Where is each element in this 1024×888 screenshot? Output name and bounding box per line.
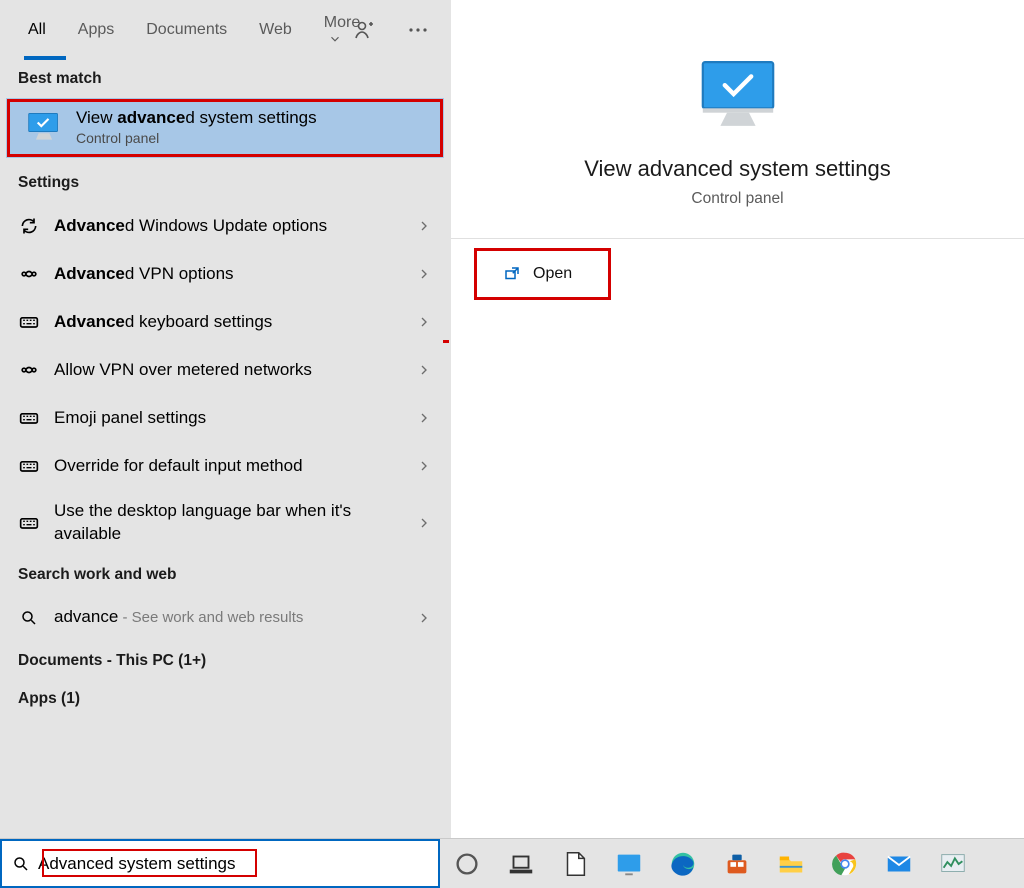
- taskbar-search[interactable]: [0, 839, 440, 888]
- chevron-right-icon: [416, 314, 432, 330]
- search-input[interactable]: [38, 854, 428, 874]
- keyboard-icon: [18, 513, 40, 533]
- tab-web[interactable]: Web: [257, 11, 294, 49]
- taskmgr-icon[interactable]: [932, 844, 974, 884]
- chevron-right-icon: [416, 610, 432, 626]
- settings-row[interactable]: Advanced keyboard settings: [0, 298, 450, 346]
- edge-icon[interactable]: [662, 844, 704, 884]
- web-search-label: advance - See work and web results: [54, 606, 402, 629]
- background-icon[interactable]: [608, 844, 650, 884]
- chevron-right-icon: [416, 266, 432, 282]
- chrome-icon[interactable]: [824, 844, 866, 884]
- settings-row[interactable]: Use the desktop language bar when it's a…: [0, 490, 450, 556]
- taskbar-tray: [440, 839, 1024, 888]
- web-search-row[interactable]: advance - See work and web results: [0, 594, 450, 642]
- vpn-icon: [18, 264, 40, 284]
- settings-row-label: Allow VPN over metered networks: [54, 359, 402, 382]
- open-external-icon: [503, 265, 521, 283]
- chevron-right-icon: [416, 362, 432, 378]
- feedback-person-icon[interactable]: [352, 18, 376, 42]
- vpn-icon: [18, 360, 40, 380]
- settings-row[interactable]: Override for default input method: [0, 442, 450, 490]
- explorer-icon[interactable]: [770, 844, 812, 884]
- store-icon[interactable]: [716, 844, 758, 884]
- taskbar: [0, 838, 1024, 888]
- settings-row-label: Emoji panel settings: [54, 407, 402, 430]
- tab-apps[interactable]: Apps: [76, 11, 116, 49]
- detail-header: View advanced system settings Control pa…: [451, 0, 1024, 239]
- settings-row-label: Advanced keyboard settings: [54, 311, 402, 334]
- chevron-right-icon: [416, 218, 432, 234]
- detail-title: View advanced system settings: [471, 156, 1004, 182]
- annotation-mark: [443, 340, 449, 343]
- chevron-right-icon: [416, 410, 432, 426]
- section-settings: Settings: [0, 164, 450, 202]
- open-button[interactable]: Open: [475, 249, 610, 299]
- settings-row[interactable]: Advanced Windows Update options: [0, 202, 450, 250]
- section-best-match: Best match: [0, 60, 450, 98]
- settings-row-label: Advanced VPN options: [54, 263, 402, 286]
- keyboard-icon: [18, 456, 40, 476]
- cortana-icon[interactable]: [446, 844, 488, 884]
- taskview-icon[interactable]: [500, 844, 542, 884]
- monitor-check-icon: [26, 111, 62, 143]
- settings-row[interactable]: Advanced VPN options: [0, 250, 450, 298]
- chevron-right-icon: [416, 515, 432, 531]
- chevron-down-icon: [328, 32, 342, 46]
- filter-tabs: All Apps Documents Web More: [0, 0, 450, 60]
- settings-row[interactable]: Emoji panel settings: [0, 394, 450, 442]
- settings-row-label: Override for default input method: [54, 455, 402, 478]
- section-documents[interactable]: Documents - This PC (1+): [0, 642, 450, 680]
- open-label: Open: [533, 265, 572, 283]
- section-apps[interactable]: Apps (1): [0, 680, 450, 718]
- best-match-title: View advanced system settings: [76, 108, 317, 128]
- best-match-item[interactable]: View advanced system settings Control pa…: [6, 98, 444, 158]
- settings-row[interactable]: Allow VPN over metered networks: [0, 346, 450, 394]
- section-search-web: Search work and web: [0, 556, 450, 594]
- settings-list: Advanced Windows Update options Advanced …: [0, 202, 450, 556]
- refresh-icon: [18, 216, 40, 236]
- chevron-right-icon: [416, 458, 432, 474]
- search-icon: [12, 855, 30, 873]
- more-options-icon[interactable]: [406, 18, 430, 42]
- search-results-pane: All Apps Documents Web More Best match: [0, 0, 450, 838]
- mail-icon[interactable]: [878, 844, 920, 884]
- search-icon: [18, 609, 40, 627]
- best-match-subtitle: Control panel: [76, 130, 317, 146]
- keyboard-icon: [18, 312, 40, 332]
- settings-row-label: Use the desktop language bar when it's a…: [54, 500, 402, 546]
- libreoffice-icon[interactable]: [554, 844, 596, 884]
- detail-subtitle: Control panel: [471, 190, 1004, 208]
- keyboard-icon: [18, 408, 40, 428]
- monitor-check-icon: [694, 55, 782, 133]
- tab-documents[interactable]: Documents: [144, 11, 229, 49]
- settings-row-label: Advanced Windows Update options: [54, 215, 402, 238]
- detail-pane: View advanced system settings Control pa…: [450, 0, 1024, 838]
- tab-all[interactable]: All: [26, 11, 48, 49]
